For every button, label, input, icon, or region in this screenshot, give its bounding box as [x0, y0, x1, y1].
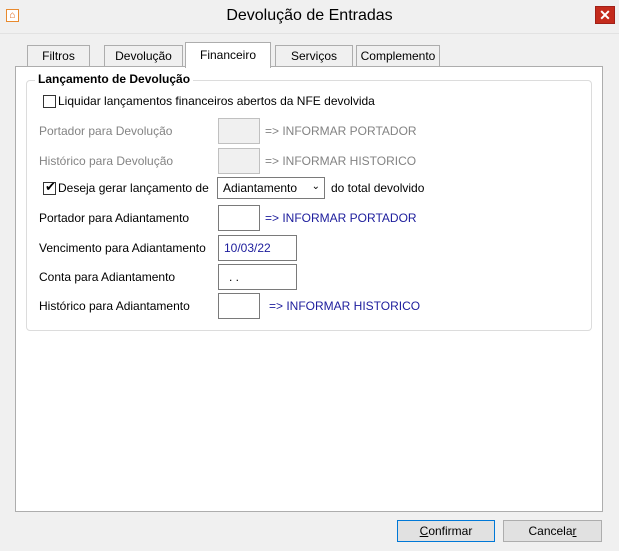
confirm-label: onfirmar [428, 524, 473, 538]
conta-value: . . [229, 270, 240, 284]
portador-devolucao-hint: => INFORMAR PORTADOR [265, 124, 417, 138]
confirmar-button[interactable]: Confirmar [397, 520, 495, 542]
chevron-down-icon: ⌄ [311, 181, 320, 192]
vencimento-adiantamento-field[interactable]: 10/03/22 [218, 235, 297, 261]
historico-adiantamento-field[interactable] [218, 293, 260, 319]
historico-devolucao-label: Histórico para Devolução [39, 154, 174, 168]
historico-adiantamento-hint: => INFORMAR HISTORICO [269, 299, 421, 313]
gerar-lancamento-checkbox[interactable]: ✔ [43, 179, 56, 195]
portador-devolucao-label: Portador para Devolução [39, 124, 173, 138]
financeiro-panel: Lançamento de Devolução Liquidar lançame… [15, 66, 603, 512]
cancelar-button[interactable]: Cancelar [503, 520, 602, 542]
tipo-lancamento-select[interactable]: Adiantamento ⌄ [217, 177, 325, 199]
check-icon: ✔ [45, 179, 56, 194]
portador-devolucao-field[interactable] [218, 118, 260, 144]
tab-filtros[interactable]: Filtros [27, 45, 90, 66]
liquidar-checkbox[interactable] [43, 95, 56, 108]
conta-adiantamento-field[interactable]: . . [218, 264, 297, 290]
tab-servicos[interactable]: Serviços [275, 45, 353, 66]
lancamento-devolucao-group: Lançamento de Devolução Liquidar lançame… [26, 72, 592, 331]
tab-complemento[interactable]: Complemento [356, 45, 440, 66]
tab-label: Serviços [290, 49, 337, 63]
close-button[interactable]: ✕ [595, 6, 615, 24]
gerar-lancamento-label: Deseja gerar lançamento de [58, 181, 209, 195]
tab-label: Financeiro [199, 48, 257, 62]
close-icon: ✕ [599, 7, 611, 23]
vencimento-adiantamento-label: Vencimento para Adiantamento [39, 241, 206, 255]
portador-adiantamento-field[interactable] [218, 205, 260, 231]
title-bar: ⌂ Devolução de Entradas ✕ [0, 0, 619, 34]
tab-label: Filtros [42, 49, 75, 63]
cancel-mnemonic: r [572, 524, 577, 538]
historico-adiantamento-label: Histórico para Adiantamento [39, 299, 190, 313]
tab-label: Complemento [360, 49, 436, 63]
vencimento-value: 10/03/22 [224, 241, 271, 255]
portador-adiantamento-hint: => INFORMAR PORTADOR [265, 211, 417, 225]
historico-devolucao-field[interactable] [218, 148, 260, 174]
historico-devolucao-hint: => INFORMAR HISTORICO [265, 154, 417, 168]
tipo-lancamento-value: Adiantamento [223, 181, 298, 195]
tab-financeiro[interactable]: Financeiro [185, 42, 271, 68]
tab-devolucao[interactable]: Devolução [104, 45, 183, 66]
tab-label: Devolução [115, 49, 172, 63]
group-title: Lançamento de Devolução [35, 72, 194, 86]
do-total-devolvido-label: do total devolvido [331, 181, 425, 195]
cancel-label: Cancela [528, 524, 573, 538]
portador-adiantamento-label: Portador para Adiantamento [39, 211, 190, 225]
conta-adiantamento-label: Conta para Adiantamento [39, 270, 176, 284]
liquidar-label: Liquidar lançamentos financeiros abertos… [58, 94, 375, 108]
window-title: Devolução de Entradas [226, 7, 393, 24]
